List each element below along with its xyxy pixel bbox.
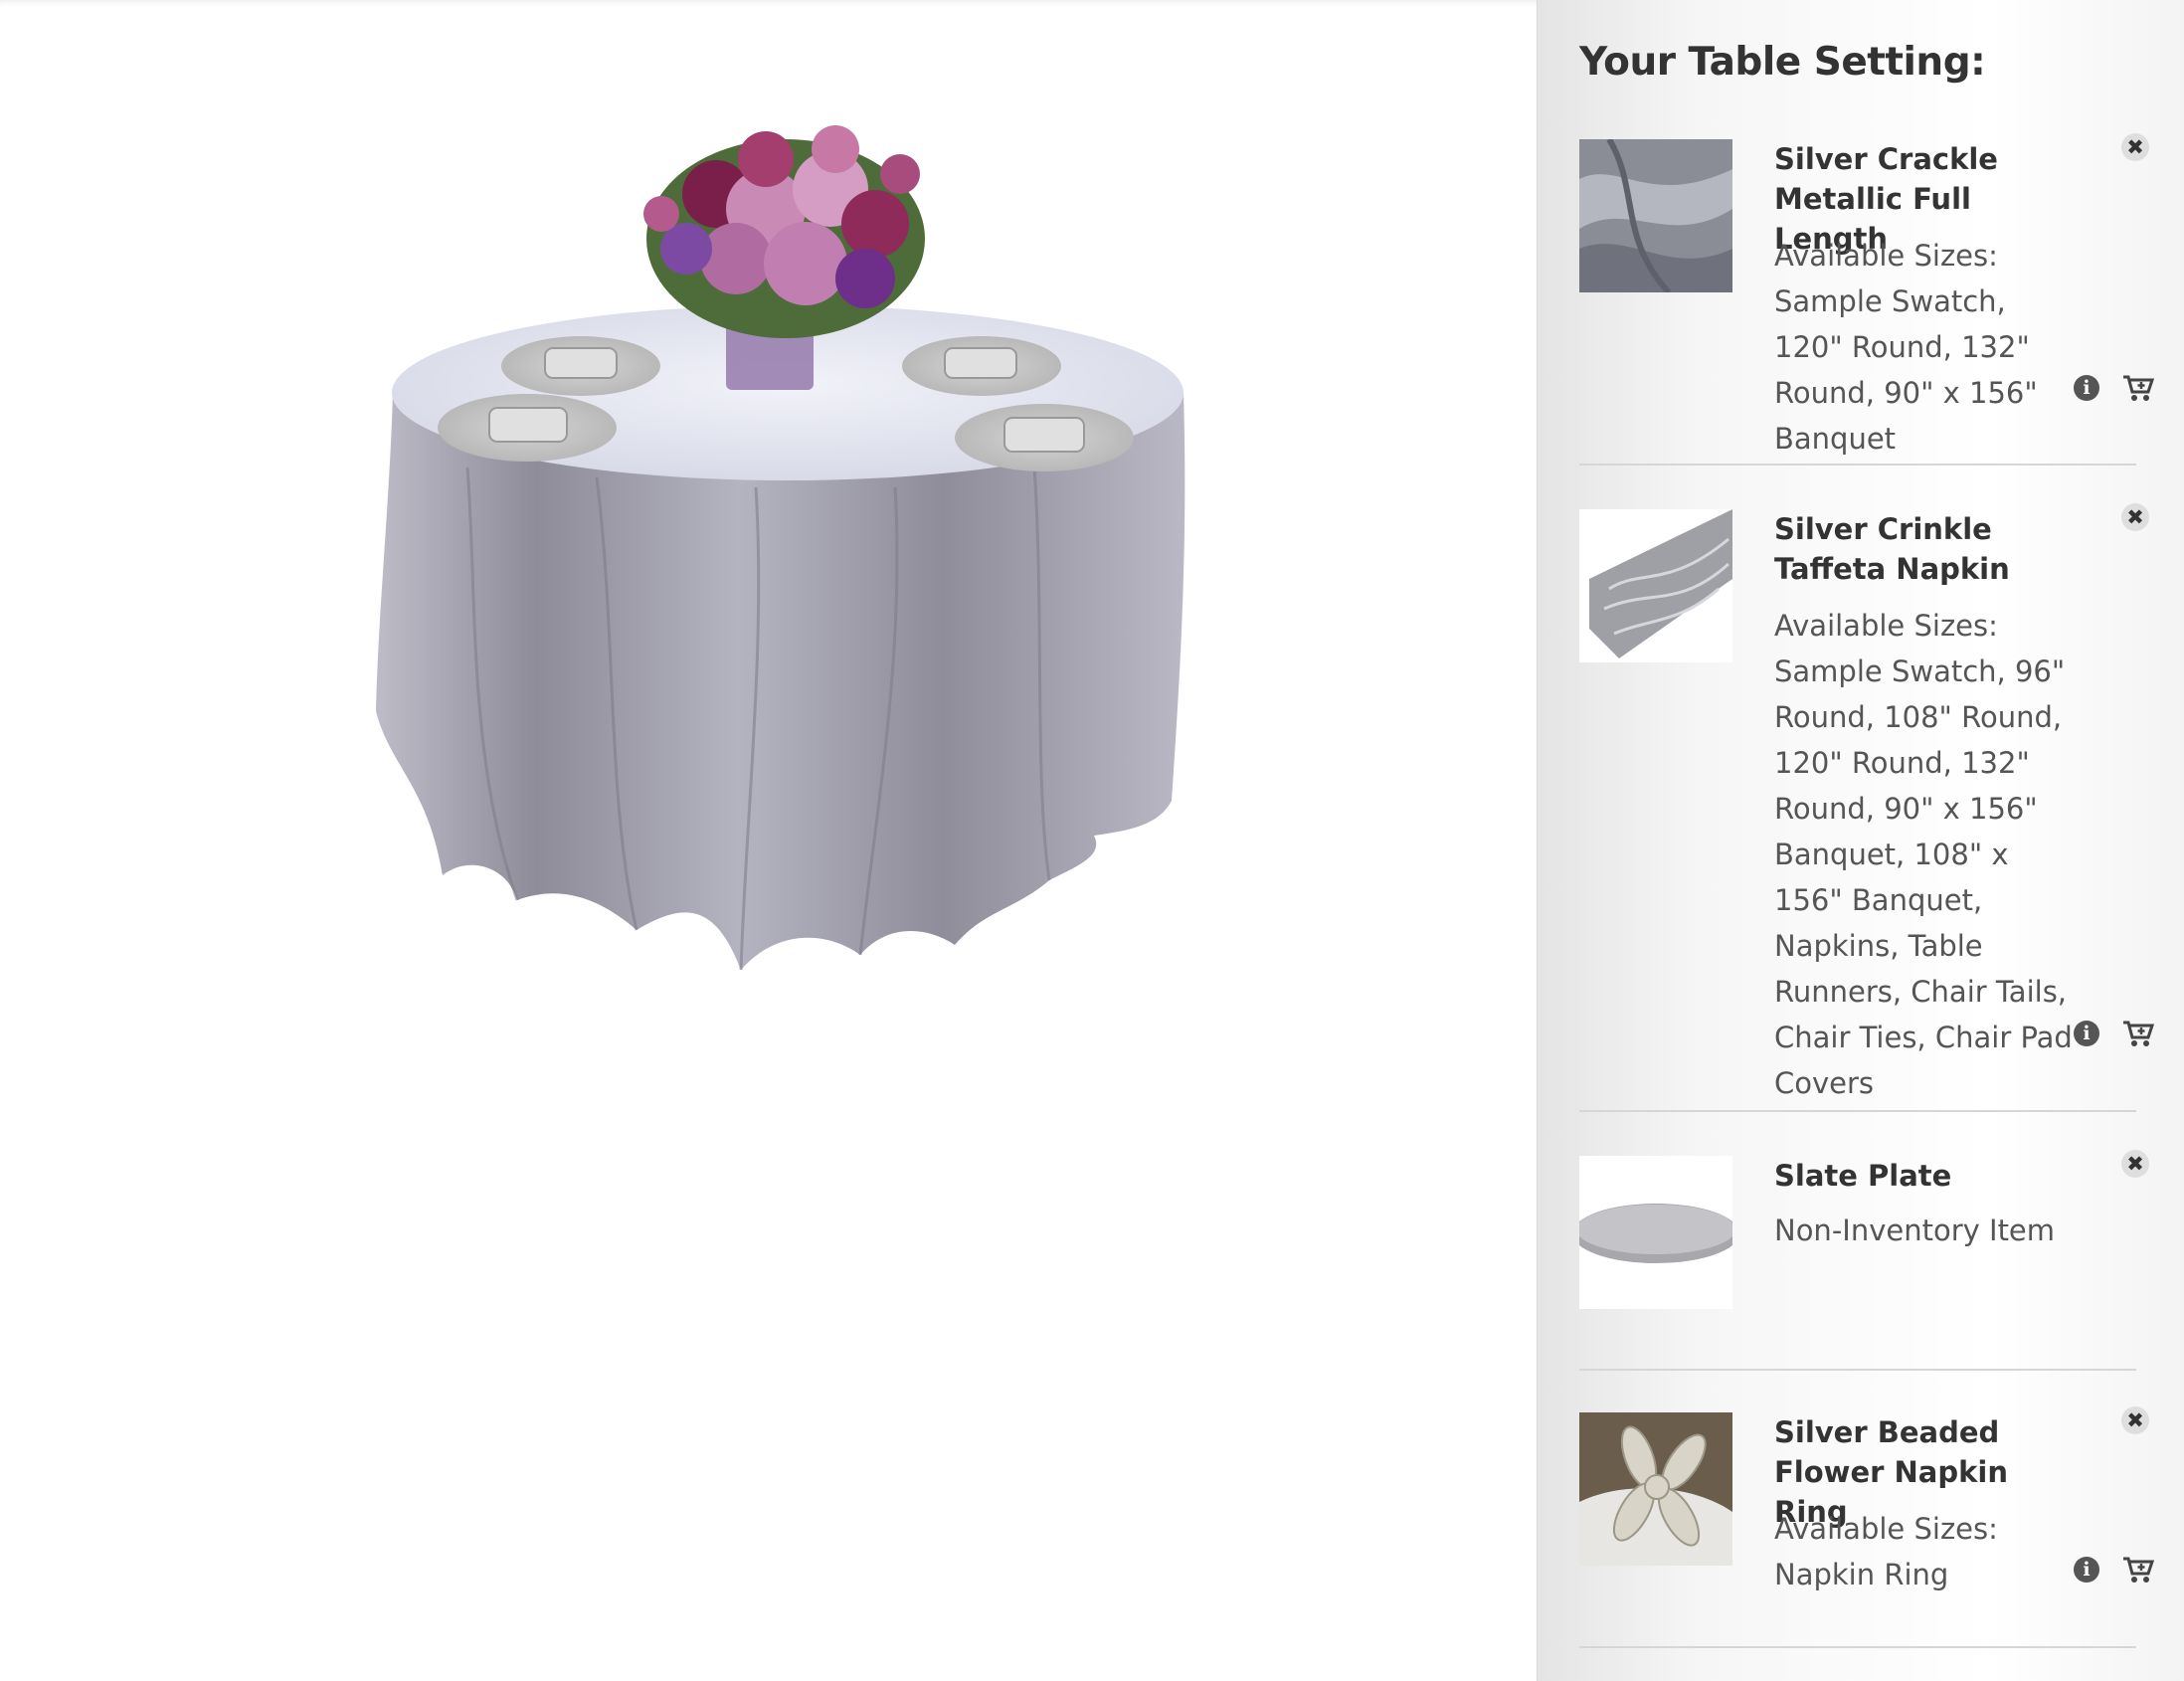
remove-item-button[interactable]: ✖ <box>2121 133 2149 161</box>
item-divider <box>1579 1110 2136 1112</box>
item-description: Non-Inventory Item <box>1774 1214 2056 1247</box>
remove-item-button[interactable]: ✖ <box>2121 1150 2149 1178</box>
setting-item: Silver Beaded Flower Napkin Ring Availab… <box>1579 1406 2154 1651</box>
cart-add-icon[interactable] <box>2122 374 2154 402</box>
cart-add-icon[interactable] <box>2122 1020 2154 1047</box>
item-divider <box>1579 464 2136 466</box>
napkin-ring-image <box>1579 1412 1732 1566</box>
item-divider <box>1579 1646 2136 1648</box>
item-name[interactable]: Slate Plate <box>1774 1156 2083 1196</box>
table-setting-sidebar: Your Table Setting: Silver Crackle Metal… <box>1537 0 2184 1681</box>
info-icon[interactable]: i <box>2074 1557 2099 1583</box>
sidebar-title: Your Table Setting: <box>1579 40 1986 85</box>
table-setting-illustration <box>376 125 1185 971</box>
napkin-image <box>1579 509 1732 662</box>
item-description: Available Sizes: Sample Swatch, 120" Rou… <box>1774 239 2038 456</box>
setting-item: Slate Plate Non-Inventory Item ✖ <box>1579 1150 2149 1375</box>
item-description: Available Sizes: Napkin Ring <box>1774 1512 1998 1591</box>
flower-centerpiece <box>643 125 925 338</box>
table-preview-canvas <box>0 0 1537 1681</box>
remove-item-button[interactable]: ✖ <box>2121 503 2149 531</box>
item-name[interactable]: Silver Crinkle Taffeta Napkin <box>1774 509 2083 589</box>
setting-item: Silver Crackle Metallic Full Length Avai… <box>1579 133 2154 467</box>
tablecloth-swatch-image <box>1579 139 1732 292</box>
info-icon[interactable]: i <box>2074 1021 2099 1046</box>
setting-item: Silver Crinkle Taffeta Napkin Available … <box>1579 503 2154 1116</box>
remove-item-button[interactable]: ✖ <box>2121 1406 2149 1434</box>
cart-add-icon[interactable] <box>2122 1556 2154 1584</box>
plate-image <box>1579 1156 1732 1309</box>
item-description: Available Sizes: Sample Swatch, 96" Roun… <box>1774 609 2073 1100</box>
item-divider <box>1579 1369 2136 1371</box>
info-icon[interactable]: i <box>2074 375 2099 401</box>
